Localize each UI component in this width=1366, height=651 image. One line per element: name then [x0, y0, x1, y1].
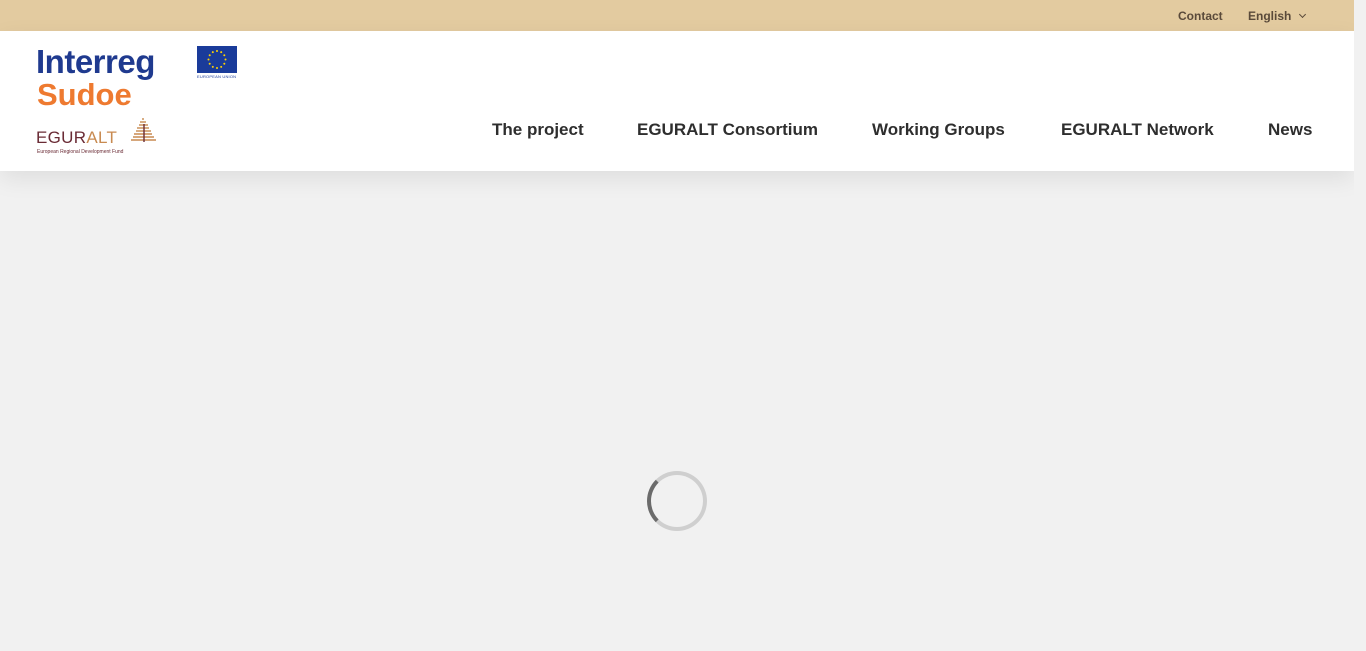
logo-sudoe-text: Sudoe [37, 77, 132, 112]
chevron-down-icon [1299, 10, 1307, 19]
nav-item-network[interactable]: EGURALT Network [1061, 120, 1214, 140]
nav-item-consortium[interactable]: EGURALT Consortium [637, 120, 818, 140]
nav-item-news[interactable]: News [1268, 120, 1312, 140]
nav-item-the-project[interactable]: The project [492, 120, 584, 140]
logo-egur-part: EGUR [36, 128, 87, 147]
language-label: English [1248, 9, 1292, 23]
logo-fund-caption: European Regional Development Fund [37, 149, 124, 155]
nav-item-working-groups[interactable]: Working Groups [872, 120, 1005, 140]
language-selector[interactable]: English [1248, 9, 1307, 23]
logo-alt-part: ALT [86, 128, 118, 147]
building-icon [130, 116, 158, 144]
top-bar: Contact English [0, 0, 1354, 31]
logo-interreg-text: Interreg [36, 43, 155, 80]
logo-eguralt-text: EGURALT [36, 129, 117, 147]
eu-flag-icon [197, 46, 237, 73]
loading-spinner-icon [647, 471, 707, 531]
contact-link[interactable]: Contact [1178, 9, 1223, 23]
page-body: Contact English The project EGURALT Cons… [0, 0, 1354, 651]
eu-caption: EUROPEAN UNION [197, 74, 237, 79]
site-logo[interactable]: Interreg Sudoe EUROPEAN UNION EGURALT Eu… [36, 45, 246, 160]
page-scrollbar[interactable] [1354, 0, 1366, 651]
